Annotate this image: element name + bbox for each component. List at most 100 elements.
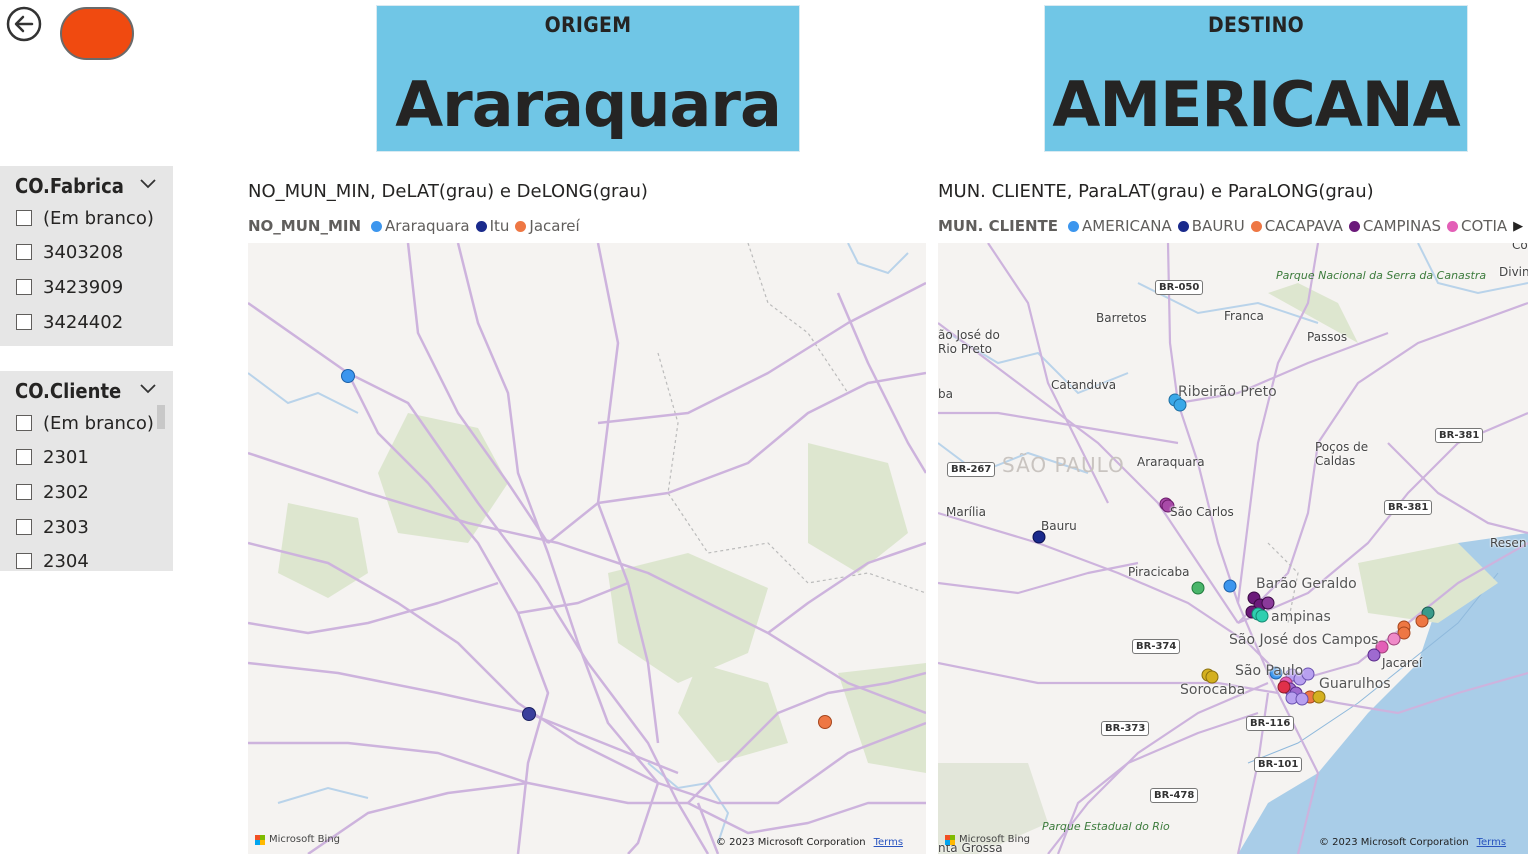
fabrica-option[interactable]: 3403208 bbox=[16, 241, 123, 263]
map-point[interactable] bbox=[1277, 680, 1291, 694]
legend-item[interactable]: Jacareí bbox=[515, 217, 580, 235]
map-copyright: © 2023 Microsoft Corporation Terms bbox=[1319, 837, 1506, 848]
town-label: Guarulhos bbox=[1319, 676, 1391, 692]
town-label: Co bbox=[1512, 243, 1528, 252]
cliente-option-label: 2304 bbox=[43, 550, 89, 572]
legend-label: AMERICANA bbox=[1082, 217, 1172, 235]
destination-map[interactable]: SÃO PAULO Parque Nacional da Serra da Ca… bbox=[938, 243, 1528, 854]
terms-link[interactable]: Terms bbox=[1477, 837, 1506, 848]
cliente-option[interactable]: 2301 bbox=[16, 446, 89, 468]
right-map-title: MUN. CLIENTE, ParaLAT(grau) e ParaLONG(g… bbox=[938, 181, 1374, 202]
cliente-slicer-title: CO.Cliente bbox=[15, 379, 122, 403]
legend-item[interactable]: AMERICANA bbox=[1068, 217, 1172, 235]
action-button[interactable] bbox=[60, 7, 134, 60]
cliente-option-label: 2303 bbox=[43, 516, 89, 538]
legend-dot bbox=[475, 220, 487, 232]
origem-label: ORIGEM bbox=[544, 13, 632, 37]
checkbox[interactable] bbox=[16, 244, 32, 260]
legend-item[interactable]: Itu bbox=[475, 217, 509, 235]
town-label: São Carlos bbox=[1170, 505, 1234, 519]
highway-shield: BR-116 bbox=[1246, 716, 1295, 731]
legend-dot bbox=[1068, 220, 1080, 232]
copyright-text: © 2023 Microsoft Corporation bbox=[716, 837, 866, 848]
cliente-option[interactable]: 2304 bbox=[16, 550, 89, 571]
highway-shield: BR-478 bbox=[1150, 788, 1199, 803]
map-point[interactable] bbox=[1191, 581, 1205, 595]
map-point[interactable] bbox=[1415, 614, 1429, 628]
town-label: Piracicaba bbox=[1128, 565, 1190, 579]
map-point[interactable] bbox=[1173, 398, 1187, 412]
map-point[interactable] bbox=[1301, 667, 1315, 681]
checkbox[interactable] bbox=[16, 519, 32, 535]
legend-item[interactable]: Araraquara bbox=[371, 217, 470, 235]
bing-label: Microsoft Bing bbox=[959, 834, 1031, 845]
town-label: Bauru bbox=[1041, 519, 1077, 533]
checkbox[interactable] bbox=[16, 314, 32, 330]
cliente-option[interactable]: 2303 bbox=[16, 516, 89, 538]
map-point[interactable] bbox=[1261, 596, 1275, 610]
legend-dot bbox=[1250, 220, 1262, 232]
town-label: ampinas bbox=[1271, 609, 1331, 625]
legend-label: Jacareí bbox=[529, 217, 580, 235]
microsoft-logo-icon bbox=[945, 834, 955, 845]
origin-map[interactable]: Microsoft Bing © 2023 Microsoft Corporat… bbox=[248, 243, 926, 854]
map-point[interactable] bbox=[341, 369, 355, 383]
town-label: Barretos bbox=[1096, 311, 1147, 325]
fabrica-option[interactable]: 3423909 bbox=[16, 276, 123, 298]
legend-title: MUN. CLIENTE bbox=[938, 217, 1059, 235]
chevron-down-icon[interactable] bbox=[138, 381, 158, 395]
town-label: Catanduva bbox=[1051, 378, 1117, 392]
town-label: Marília bbox=[946, 505, 986, 519]
town-label: Divin bbox=[1499, 265, 1528, 279]
legend-item[interactable]: COTIA bbox=[1447, 217, 1507, 235]
legend-item[interactable]: CACAPAVA bbox=[1250, 217, 1343, 235]
fabrica-slicer-title: CO.Fabrica bbox=[15, 174, 124, 198]
destino-label: DESTINO bbox=[1207, 13, 1305, 37]
bing-logo: Microsoft Bing bbox=[255, 834, 340, 845]
scrollbar-thumb[interactable] bbox=[157, 405, 165, 429]
town-label: Passos bbox=[1307, 330, 1348, 344]
fabrica-option[interactable]: (Em branco) bbox=[16, 207, 154, 229]
legend-item[interactable]: BAURU bbox=[1177, 217, 1245, 235]
fabrica-option[interactable]: 3424402 bbox=[16, 311, 123, 333]
map-point[interactable] bbox=[1387, 632, 1401, 646]
checkbox[interactable] bbox=[16, 415, 32, 431]
map-point[interactable] bbox=[818, 715, 832, 729]
legend-label: CACAPAVA bbox=[1264, 217, 1343, 235]
chevron-down-icon[interactable] bbox=[138, 176, 158, 190]
town-label: Ribeirão Preto bbox=[1178, 384, 1277, 400]
checkbox[interactable] bbox=[16, 279, 32, 295]
map-roads bbox=[938, 243, 1528, 854]
region-label: SÃO PAULO bbox=[1002, 453, 1125, 477]
back-button[interactable] bbox=[6, 6, 42, 42]
highway-shield: BR-374 bbox=[1132, 639, 1181, 654]
left-map-title: NO_MUN_MIN, DeLAT(grau) e DeLONG(grau) bbox=[248, 181, 648, 202]
legend-dot bbox=[1177, 220, 1189, 232]
map-point[interactable] bbox=[1312, 690, 1326, 704]
legend-item[interactable]: CAMPINAS bbox=[1348, 217, 1442, 235]
bing-label: Microsoft Bing bbox=[269, 834, 341, 845]
cliente-option[interactable]: 2302 bbox=[16, 481, 89, 503]
map-point[interactable] bbox=[1367, 648, 1381, 662]
town-label: Franca bbox=[1224, 309, 1264, 323]
legend-next-arrow-icon[interactable]: ▶ bbox=[1513, 219, 1523, 234]
cliente-option[interactable]: (Em branco) bbox=[16, 412, 154, 434]
terms-link[interactable]: Terms bbox=[874, 837, 903, 848]
town-label: Sorocaba bbox=[1180, 682, 1246, 698]
checkbox[interactable] bbox=[16, 484, 32, 500]
map-point[interactable] bbox=[1223, 579, 1237, 593]
town-label: São José dos Campos bbox=[1229, 632, 1379, 648]
checkbox[interactable] bbox=[16, 449, 32, 465]
map-point[interactable] bbox=[1295, 692, 1309, 706]
checkbox[interactable] bbox=[16, 210, 32, 226]
back-arrow-icon bbox=[6, 6, 42, 42]
legend-label: BAURU bbox=[1191, 217, 1245, 235]
map-point[interactable] bbox=[1255, 609, 1269, 623]
legend-title: NO_MUN_MIN bbox=[248, 217, 362, 235]
map-point[interactable] bbox=[522, 707, 536, 721]
bing-logo: Microsoft Bing bbox=[945, 834, 1030, 845]
checkbox[interactable] bbox=[16, 553, 32, 569]
destino-value: AMERICANA bbox=[1052, 68, 1460, 141]
legend-label: CAMPINAS bbox=[1362, 217, 1442, 235]
park-label: Parque Nacional da Serra da Canastra bbox=[1276, 269, 1487, 282]
